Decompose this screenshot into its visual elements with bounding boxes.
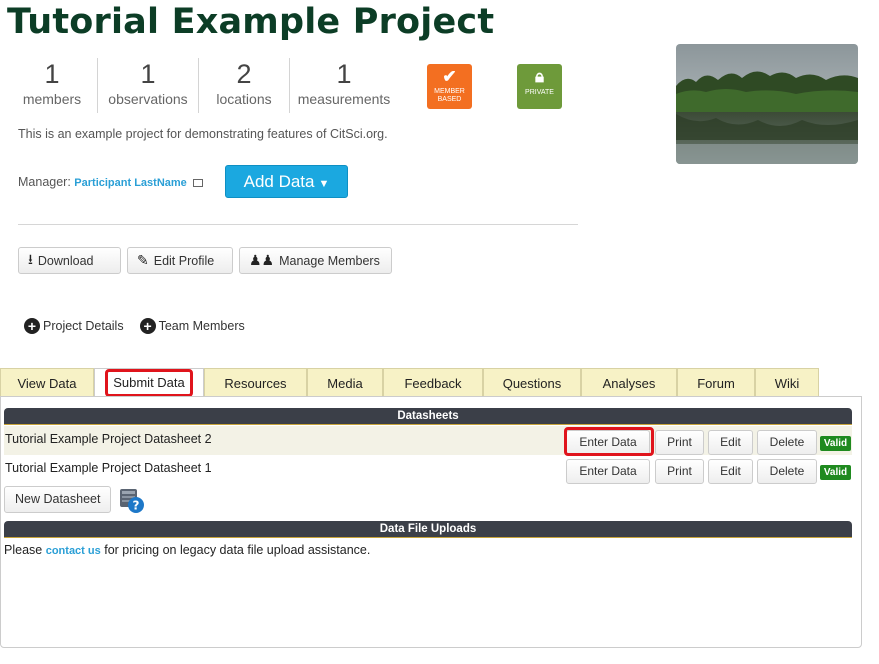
project-manager: Manager: Participant LastName [18,175,204,189]
stat-observations[interactable]: 1 observations [98,58,199,113]
tab-view-data[interactable]: View Data [0,368,94,397]
delete-button[interactable]: Delete [757,430,817,455]
tab-media[interactable]: Media [307,368,383,397]
datasheet-row: Tutorial Example Project Datasheet 2 Ent… [4,426,852,455]
project-description: This is an example project for demonstra… [18,127,388,141]
download-icon: ⭳ [28,250,33,267]
datasheets-heading: Datasheets [4,408,852,425]
print-button[interactable]: Print [655,459,704,484]
manager-label: Manager: [18,175,71,189]
delete-button[interactable]: Delete [757,459,817,484]
project-stats: 1 members 1 observations 2 locations 1 m… [7,58,398,113]
tab-label: Wiki [774,375,800,391]
shield-check-icon: ✔ [442,67,457,86]
uploads-message: Please contact us for pricing on legacy … [4,543,370,557]
tab-label: Forum [697,375,735,391]
badge-line1: MEMBER [434,88,465,95]
tab-label: Questions [502,375,562,391]
stat-label: locations [216,91,272,107]
stat-label: observations [108,91,188,107]
uploads-suffix: for pricing on legacy data file upload a… [104,543,371,557]
contact-us-link[interactable]: contact us [46,545,101,557]
team-members-label: Team Members [158,319,245,333]
badge-label: PRIVATE [525,89,554,96]
tab-wiki[interactable]: Wiki [755,368,819,397]
manager-name-link[interactable]: Participant LastName [74,177,186,189]
section-links: + Project Details + Team Members [24,318,245,334]
pencil-icon: ✎ [137,252,149,268]
badge-line2: BASED [437,96,462,103]
tab-forum[interactable]: Forum [677,368,755,397]
uploads-heading: Data File Uploads [4,521,852,538]
edit-button[interactable]: Edit [708,459,753,484]
team-members-link[interactable]: + Team Members [139,318,245,334]
add-data-button[interactable]: Add Data ▼ [225,165,348,198]
project-photo [676,44,858,164]
stat-value: 1 [336,59,352,89]
stat-measurements[interactable]: 1 measurements [290,58,398,113]
tab-label: Resources [224,375,287,391]
tab-questions[interactable]: Questions [483,368,581,397]
tab-label: Media [327,375,363,391]
download-label: Download [37,253,94,268]
add-data-label: Add Data [243,172,315,191]
member-based-badge: ✔ MEMBER BASED [427,64,472,109]
divider [18,224,578,225]
stat-value: 1 [140,59,156,89]
datasheet-name: Tutorial Example Project Datasheet 2 [5,432,212,446]
stat-value: 1 [44,59,60,89]
valid-badge: Valid [820,465,851,480]
datasheet-row: Tutorial Example Project Datasheet 1 Ent… [4,455,852,484]
download-button[interactable]: ⭳ Download [18,247,121,274]
svg-text:?: ? [133,499,140,513]
stat-members[interactable]: 1 members [7,58,98,113]
project-actions: ⭳ Download ✎ Edit Profile ♟♟ Manage Memb… [18,247,392,274]
new-datasheet-button[interactable]: New Datasheet [4,486,112,513]
tab-label: View Data [17,375,77,391]
enter-data-highlight [564,427,654,456]
project-title: Tutorial Example Project [7,2,495,42]
stat-label: members [22,91,82,107]
envelope-icon[interactable] [193,179,204,187]
project-tabs: View Data Submit Data Resources Media Fe… [0,368,819,397]
valid-badge: Valid [820,436,851,451]
tab-label: Analyses [602,375,656,391]
edit-profile-label: Edit Profile [153,253,215,268]
stat-locations[interactable]: 2 locations [199,58,290,113]
manage-members-button[interactable]: ♟♟ Manage Members [239,247,392,274]
plus-circle-icon: + [24,318,40,334]
uploads-prefix: Please [4,543,43,557]
stat-value: 2 [236,59,252,89]
tab-analyses[interactable]: Analyses [581,368,677,397]
tab-resources[interactable]: Resources [204,368,307,397]
lock-icon: 🔒︎ [534,67,545,86]
private-badge: 🔒︎ PRIVATE [517,64,562,109]
caret-down-icon: ▼ [318,178,330,190]
project-details-label: Project Details [43,319,124,333]
manage-members-label: Manage Members [279,253,380,268]
tab-submit-data[interactable]: Submit Data [94,368,204,397]
enter-data-button[interactable]: Enter Data [566,459,650,484]
edit-profile-button[interactable]: ✎ Edit Profile [127,247,233,274]
tab-label: Submit Data [105,369,193,397]
project-details-link[interactable]: + Project Details [24,318,124,334]
help-icon[interactable]: ? [118,486,146,514]
datasheet-name: Tutorial Example Project Datasheet 1 [5,461,212,475]
group-icon: ♟♟ [249,252,275,268]
edit-button[interactable]: Edit [708,430,753,455]
plus-circle-icon: + [139,318,156,334]
tab-feedback[interactable]: Feedback [383,368,483,397]
stat-label: measurements [297,91,391,107]
tab-label: Feedback [404,375,462,391]
print-button[interactable]: Print [655,430,704,455]
